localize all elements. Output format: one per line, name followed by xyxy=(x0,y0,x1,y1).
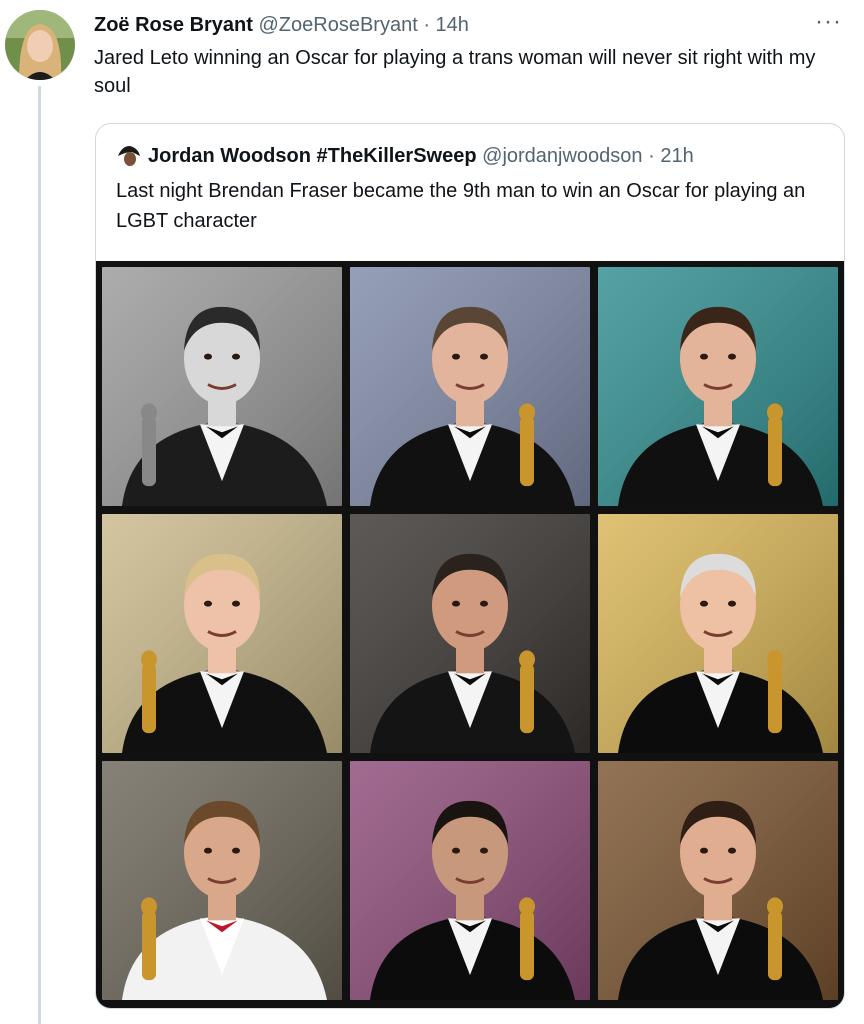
meta-separator: · xyxy=(417,14,436,36)
quote-meta-separator: · xyxy=(642,145,661,167)
quote-author-name[interactable]: Jordan Woodson #TheKillerSweep xyxy=(148,145,477,167)
quote-time[interactable]: 21h xyxy=(660,145,693,167)
photo-tile[interactable] xyxy=(598,761,838,1000)
quoted-tweet[interactable]: Jordan Woodson #TheKillerSweep @jordanjw… xyxy=(95,123,845,1009)
photo-image xyxy=(102,267,342,506)
photo-tile[interactable] xyxy=(598,514,838,753)
photo-tile[interactable] xyxy=(598,267,838,506)
tweet-time[interactable]: 14h xyxy=(436,14,469,36)
photo-tile[interactable] xyxy=(102,267,342,506)
author-name[interactable]: Zoë Rose Bryant xyxy=(94,14,253,36)
quote-avatar xyxy=(116,142,142,168)
photo-image xyxy=(598,514,838,753)
photo-image xyxy=(102,761,342,1000)
thread-line xyxy=(38,86,41,1024)
quote-author-handle[interactable]: @jordanjwoodson xyxy=(482,145,642,167)
photo-tile[interactable] xyxy=(350,761,590,1000)
avatar[interactable] xyxy=(5,10,75,80)
quote-header: Jordan Woodson #TheKillerSweep @jordanjw… xyxy=(116,142,694,169)
author-handle[interactable]: @ZoeRoseBryant xyxy=(259,14,418,36)
author-avatar-image xyxy=(5,10,75,80)
quote-text: Last night Brendan Fraser became the 9th… xyxy=(116,180,806,232)
tweet-text: Jared Leto winning an Oscar for playing … xyxy=(94,47,816,97)
photo-grid xyxy=(96,261,844,1008)
photo-image xyxy=(350,761,590,1000)
photo-image xyxy=(598,761,838,1000)
tweet-header: Zoë Rose Bryant @ZoeRoseBryant · 14h xyxy=(94,12,844,42)
photo-image xyxy=(102,514,342,753)
photo-tile[interactable] xyxy=(350,267,590,506)
photo-image xyxy=(350,514,590,753)
photo-image xyxy=(598,267,838,506)
photo-image xyxy=(350,267,590,506)
photo-tile[interactable] xyxy=(102,761,342,1000)
more-options-icon[interactable]: ··· xyxy=(815,8,842,36)
photo-tile[interactable] xyxy=(350,514,590,753)
photo-tile[interactable] xyxy=(102,514,342,753)
